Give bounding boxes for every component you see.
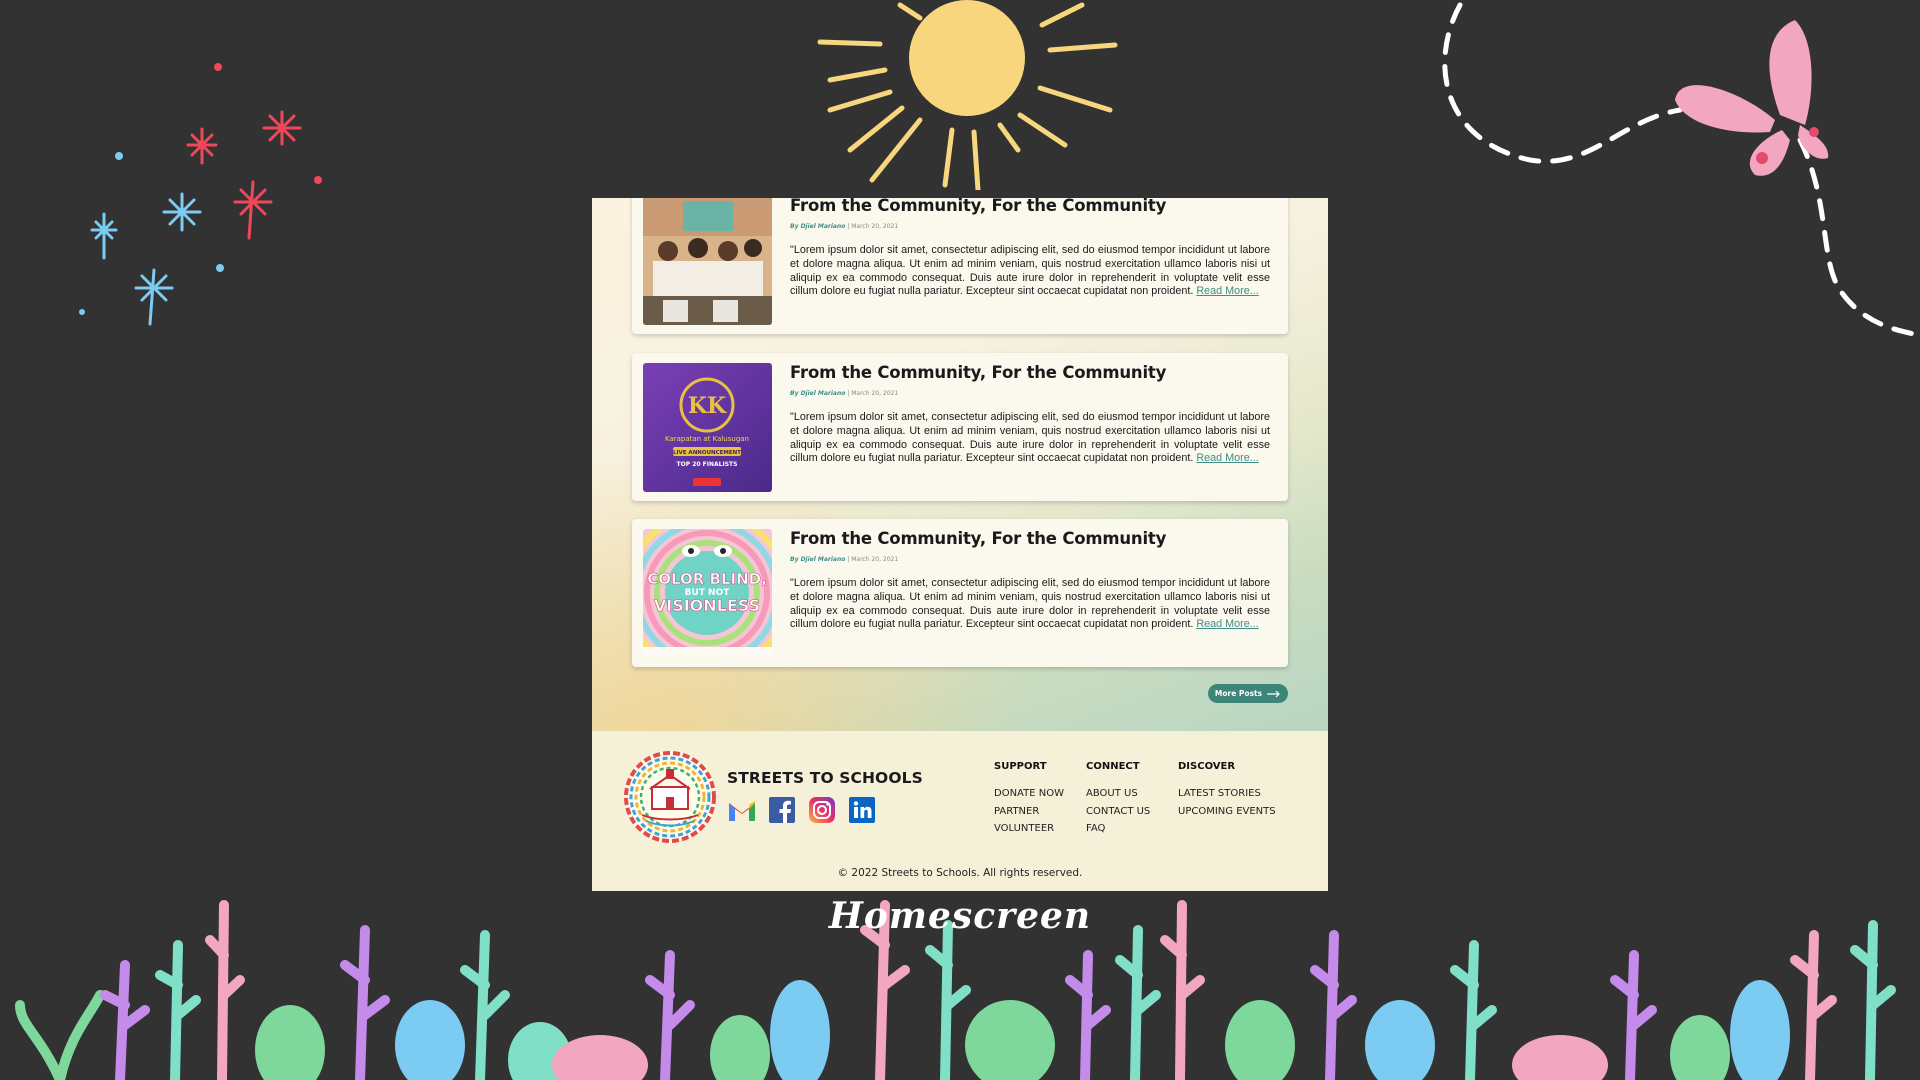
org-name: STREETS TO SCHOOLS: [727, 769, 923, 787]
post-meta: By Djiel Mariano | March 20, 2021: [790, 390, 899, 397]
footer-link-latest-stories[interactable]: LATEST STORIES: [1178, 785, 1276, 803]
facebook-icon[interactable]: [767, 795, 797, 825]
linkedin-icon[interactable]: [847, 795, 877, 825]
footer-link-contact-us[interactable]: CONTACT US: [1086, 803, 1150, 821]
footer-heading: CONNECT: [1086, 761, 1140, 772]
arrow-right-icon: [1267, 690, 1280, 697]
blog-post-card[interactable]: KK Karapatan at Kalusugan LIVE ANNOUNCEM…: [632, 353, 1288, 501]
blog-posts-section: From the Community, For the Community By…: [592, 198, 1328, 731]
blog-post-card[interactable]: COLOR BLIND, BUT NOT VISIONLESS From the…: [632, 519, 1288, 667]
svg-text:TOP 20 FINALISTS: TOP 20 FINALISTS: [677, 461, 738, 468]
read-more-link[interactable]: Read More...: [1196, 285, 1258, 297]
post-excerpt: "Lorem ipsum dolor sit amet, consectetur…: [790, 411, 1270, 465]
post-thumbnail[interactable]: KK Karapatan at Kalusugan LIVE ANNOUNCEM…: [643, 363, 772, 492]
social-links: [727, 795, 877, 825]
post-date: March 20, 2021: [851, 390, 899, 397]
svg-text:COLOR BLIND,: COLOR BLIND,: [647, 570, 767, 588]
more-posts-button[interactable]: More Posts: [1208, 684, 1288, 703]
post-excerpt: "Lorem ipsum dolor sit amet, consectetur…: [790, 577, 1270, 631]
site-footer: STREETS TO SCHOOLS SUPPORT DONATE NOW PA…: [592, 731, 1328, 891]
footer-link-about-us[interactable]: ABOUT US: [1086, 785, 1150, 803]
screen-caption: Homescreen: [828, 895, 1092, 937]
post-excerpt: "Lorem ipsum dolor sit amet, consectetur…: [790, 244, 1270, 298]
svg-text:KK: KK: [688, 393, 727, 419]
butterfly-illustration: [1442, 2, 1920, 338]
post-meta: By Djiel Mariano | March 20, 2021: [790, 223, 899, 230]
footer-link-upcoming-events[interactable]: UPCOMING EVENTS: [1178, 803, 1276, 821]
footer-link-volunteer[interactable]: VOLUNTEER: [994, 820, 1064, 838]
footer-link-donate-now[interactable]: DONATE NOW: [994, 785, 1064, 803]
svg-text:VISIONLESS: VISIONLESS: [654, 596, 760, 615]
blog-post-card[interactable]: From the Community, For the Community By…: [632, 198, 1288, 334]
read-more-link[interactable]: Read More...: [1196, 452, 1258, 464]
gmail-icon[interactable]: [727, 795, 757, 825]
svg-text:Karapatan at Kalusugan: Karapatan at Kalusugan: [665, 435, 749, 443]
footer-heading: DISCOVER: [1178, 761, 1236, 772]
footer-link-faq[interactable]: FAQ: [1086, 820, 1150, 838]
streets-to-schools-logo[interactable]: [622, 749, 718, 845]
post-thumbnail[interactable]: [643, 198, 772, 325]
read-more-link[interactable]: Read More...: [1196, 618, 1258, 630]
instagram-icon[interactable]: [807, 795, 837, 825]
post-date: March 20, 2021: [851, 223, 899, 230]
footer-column-support: SUPPORT DONATE NOW PARTNER VOLUNTEER: [994, 761, 1064, 838]
sparkles-illustration: [79, 63, 322, 326]
post-thumbnail[interactable]: COLOR BLIND, BUT NOT VISIONLESS: [643, 529, 772, 658]
footer-heading: SUPPORT: [994, 761, 1047, 772]
footer-column-discover: DISCOVER LATEST STORIES UPCOMING EVENTS: [1178, 761, 1276, 820]
post-author: By Djiel Mariano: [790, 223, 846, 230]
post-title[interactable]: From the Community, For the Community: [790, 198, 1270, 215]
post-title[interactable]: From the Community, For the Community: [790, 529, 1270, 548]
svg-text:LIVE ANNOUNCEMENT: LIVE ANNOUNCEMENT: [673, 450, 741, 456]
sun-illustration: [817, 0, 1118, 190]
post-date: March 20, 2021: [851, 556, 899, 563]
post-author: By Djiel Mariano: [790, 390, 846, 397]
homescreen-mockup: From the Community, For the Community By…: [592, 198, 1328, 891]
post-meta: By Djiel Mariano | March 20, 2021: [790, 556, 899, 563]
footer-link-partner[interactable]: PARTNER: [994, 803, 1064, 821]
post-title[interactable]: From the Community, For the Community: [790, 363, 1270, 382]
copyright-text: © 2022 Streets to Schools. All rights re…: [837, 867, 1083, 879]
footer-column-connect: CONNECT ABOUT US CONTACT US FAQ: [1086, 761, 1150, 838]
post-author: By Djiel Mariano: [790, 556, 846, 563]
